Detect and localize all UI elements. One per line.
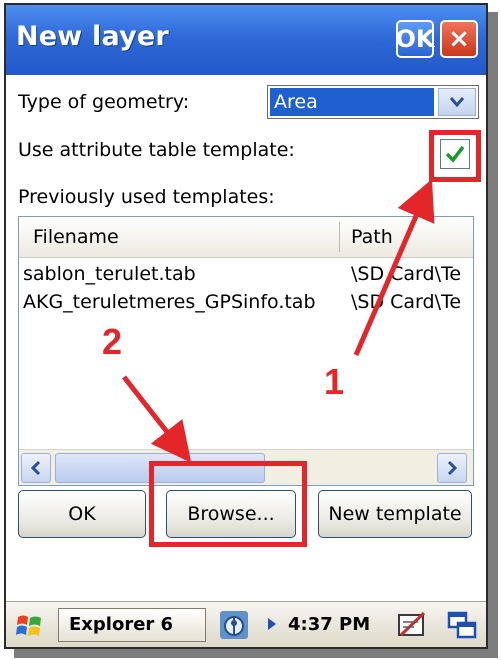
callout-arrow-1 bbox=[353, 179, 435, 356]
callout-arrow-2 bbox=[122, 375, 192, 463]
screenshot: New layer OK × Type of geometry: Area Us… bbox=[0, 0, 501, 660]
new-layer-dialog: New layer OK × Type of geometry: Area Us… bbox=[4, 3, 488, 649]
callout-arrows bbox=[122, 179, 435, 463]
